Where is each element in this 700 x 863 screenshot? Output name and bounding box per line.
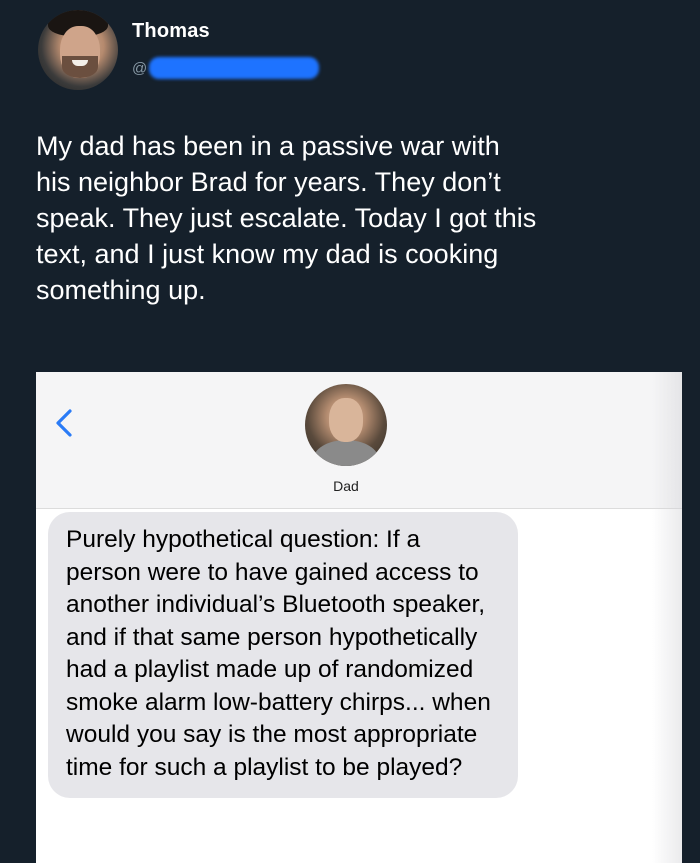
handle-redaction (149, 57, 320, 79)
screenshot-edge-shadow (652, 372, 682, 863)
chevron-left-icon (56, 409, 72, 437)
author-display-name[interactable]: Thomas (132, 20, 319, 43)
tweet-header: Thomas @ (38, 10, 320, 102)
received-message-bubble: Purely hypothetical question: If a perso… (48, 512, 518, 798)
contact-avatar-face (329, 398, 363, 442)
back-button[interactable] (50, 406, 80, 440)
author-avatar[interactable] (38, 10, 118, 90)
author-info: Thomas @ (132, 20, 320, 79)
contact-avatar-shirt (313, 440, 379, 466)
tweet-screenshot: Thomas @ My dad has been in a passive wa… (0, 0, 700, 863)
tweet-body-text: My dad has been in a passive war with hi… (36, 131, 537, 305)
embedded-message-screenshot: Dad Purely hypothetical question: If a p… (36, 372, 682, 863)
contact-name[interactable]: Dad (36, 478, 656, 494)
author-handle[interactable]: @ (132, 57, 320, 79)
handle-prefix: @ (132, 59, 148, 77)
contact-avatar[interactable] (305, 384, 387, 466)
imessage-header: Dad (36, 372, 682, 509)
